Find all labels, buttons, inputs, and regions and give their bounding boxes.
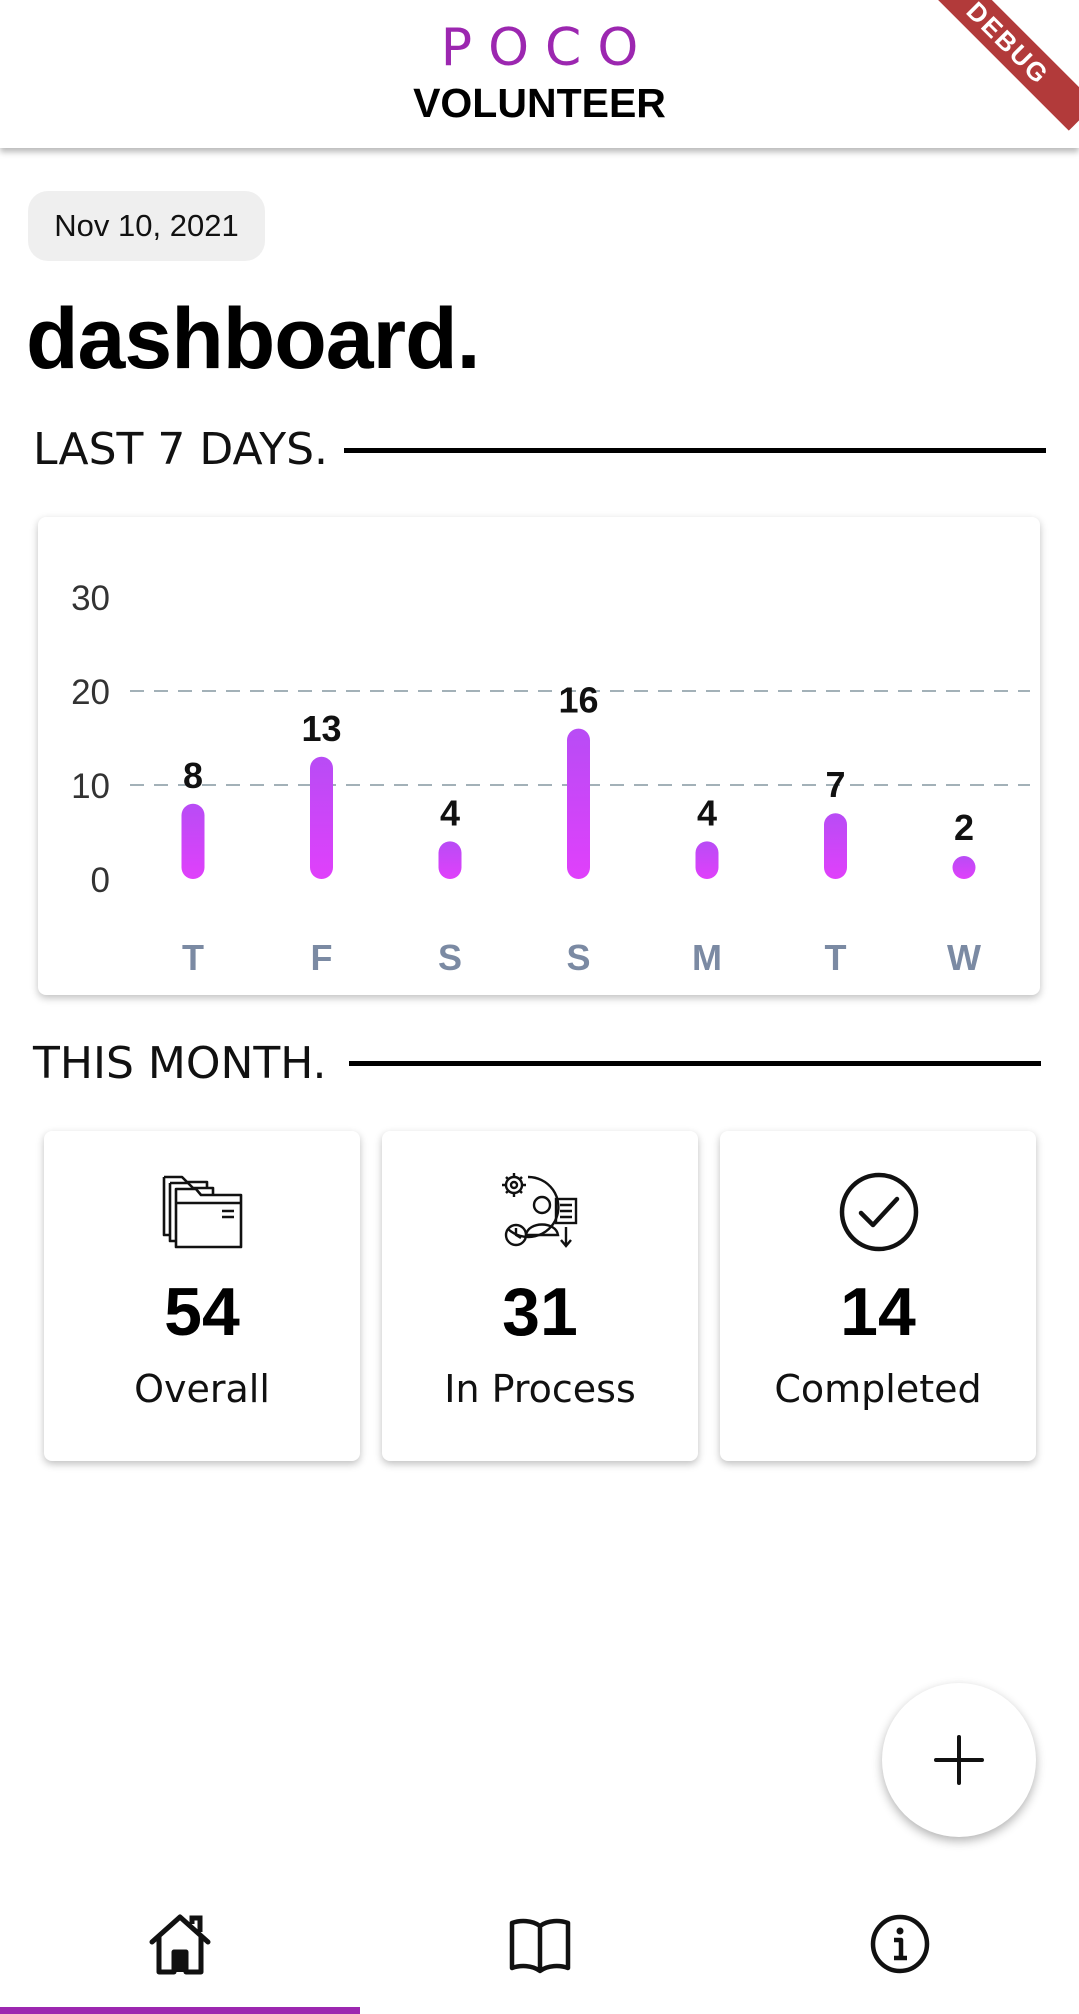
section-label-last-7-days: LAST 7 DAYS. (33, 424, 328, 475)
brand-title: POCO (440, 18, 655, 78)
nav-item-home[interactable] (0, 1880, 359, 2014)
plus-icon (934, 1735, 984, 1785)
app-bar: POCO VOLUNTEER (0, 0, 1079, 148)
stat-card-overall[interactable]: 54 Overall (44, 1131, 360, 1461)
bar (567, 728, 590, 879)
bar-value-label: 2 (954, 807, 974, 848)
nav-item-book[interactable] (360, 1880, 719, 2014)
x-tick-label: S (566, 937, 590, 978)
stat-value: 31 (502, 1274, 578, 1350)
add-button[interactable] (882, 1683, 1036, 1837)
x-tick-label: T (825, 937, 847, 978)
check-circle-icon (839, 1172, 919, 1252)
brand-subtitle: VOLUNTEER (413, 80, 666, 126)
stat-label: Completed (774, 1367, 982, 1411)
x-tick-label: T (182, 937, 204, 978)
y-tick-label: 30 (71, 579, 110, 618)
process-icon (502, 1173, 578, 1248)
home-icon (149, 1914, 211, 1975)
stat-value: 14 (840, 1274, 916, 1350)
section-divider (344, 448, 1046, 453)
bar-value-label: 4 (440, 792, 460, 833)
stat-value: 54 (164, 1274, 240, 1350)
x-tick-label: F (311, 937, 333, 978)
x-tick-label: S (438, 937, 462, 978)
x-tick-label: W (947, 937, 981, 978)
stat-label: In Process (444, 1367, 636, 1411)
bar-value-label: 4 (697, 792, 717, 833)
info-icon (870, 1914, 930, 1974)
section-label-this-month: THIS MONTH. (33, 1038, 327, 1089)
bar (824, 813, 847, 879)
nav-item-info[interactable] (720, 1880, 1079, 2014)
bar-value-label: 8 (183, 755, 203, 796)
bar-value-label: 7 (825, 764, 845, 805)
bar-value-label: 16 (558, 680, 598, 721)
bar (181, 803, 205, 879)
weekly-chart-card: 0 10 20 30 8 T 13 F 4 S 16 S 4 M 7 T 2 W (38, 517, 1040, 995)
y-tick-label: 0 (91, 861, 110, 900)
y-tick-label: 20 (71, 673, 110, 712)
book-icon (509, 1918, 571, 1974)
y-tick-label: 10 (71, 767, 110, 806)
nav-active-indicator (0, 2007, 360, 2014)
folders-icon (162, 1175, 243, 1249)
bar (695, 841, 719, 879)
stat-label: Overall (134, 1367, 270, 1411)
bar (952, 856, 976, 879)
x-tick-label: M (692, 937, 722, 978)
stat-card-in-process[interactable]: 31 In Process (382, 1131, 698, 1461)
stat-card-completed[interactable]: 14 Completed (720, 1131, 1036, 1461)
weekly-bar-chart: 0 10 20 30 8 T 13 F 4 S 16 S 4 M 7 T 2 W (71, 579, 1030, 978)
bar (438, 841, 462, 879)
bar-value-label: 13 (301, 708, 341, 749)
date-chip[interactable]: Nov 10, 2021 (28, 191, 265, 261)
bar (310, 756, 333, 879)
page-title: dashboard. (26, 291, 481, 387)
section-divider (349, 1061, 1041, 1066)
bottom-navigation (0, 1880, 1079, 2014)
